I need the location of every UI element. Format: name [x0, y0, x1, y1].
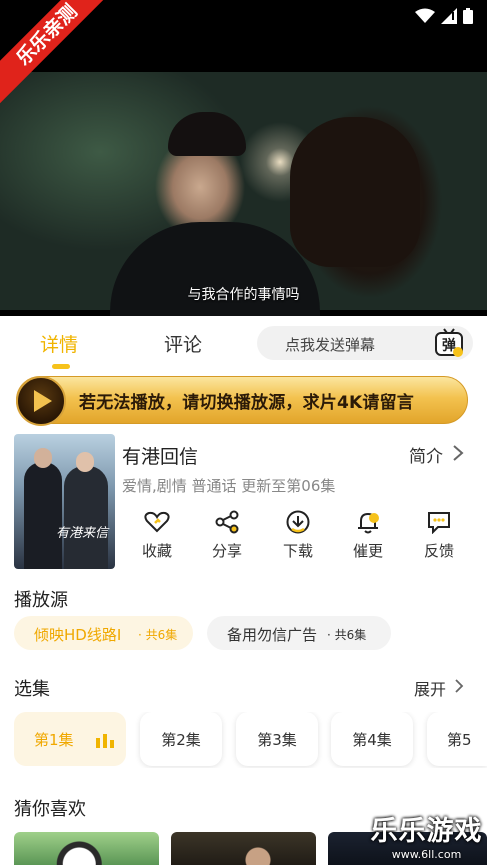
recommend-card-2[interactable]	[171, 832, 316, 865]
episode-5-label: 第5	[447, 731, 472, 749]
episodes-section-title: 选集	[14, 679, 50, 700]
video-figure-man-hair	[168, 112, 246, 156]
show-poster[interactable]: 有港来信	[14, 434, 115, 569]
playing-bars-icon	[96, 734, 114, 748]
show-meta: 爱情,剧情 普通话 更新至第06集	[122, 477, 336, 495]
heart-icon	[144, 511, 170, 533]
download-button[interactable]: 下载	[263, 506, 333, 561]
action-row: 收藏 分享 下载 催更 反馈	[122, 506, 474, 570]
episode-1-label: 第1集	[34, 731, 74, 749]
site-watermark: 乐乐游戏 www.6ll.com	[366, 816, 487, 865]
chevron-right-icon[interactable]	[454, 678, 464, 694]
urge-update-button[interactable]: 催更	[333, 506, 403, 561]
source-chip-2-name: 备用勿信广告	[227, 626, 318, 644]
banner-text: 若无法播放，请切换播放源，求片4K请留言	[79, 393, 415, 413]
source-section-title: 播放源	[14, 590, 68, 611]
tab-details-indicator	[52, 364, 70, 369]
download-label: 下载	[282, 542, 313, 560]
share-button[interactable]: 分享	[192, 506, 262, 561]
episode-4-label: 第4集	[352, 731, 392, 749]
notice-banner[interactable]: 若无法播放，请切换播放源，求片4K请留言	[16, 376, 468, 426]
favorite-label: 收藏	[141, 542, 172, 560]
wifi-icon	[415, 8, 435, 23]
danmaku-placeholder: 点我发送弹幕	[285, 336, 376, 354]
episode-5[interactable]: 第5	[427, 712, 487, 766]
tab-comments[interactable]: 评论	[164, 330, 202, 357]
battery-icon	[463, 8, 473, 24]
danmaku-input[interactable]: 点我发送弹幕 弹	[257, 326, 473, 360]
video-player[interactable]: 与我合作的事情吗	[0, 34, 487, 316]
status-icons	[415, 8, 473, 24]
feedback-icon	[428, 512, 450, 534]
video-figure-woman	[290, 117, 420, 267]
source-chip-1[interactable]: 倾映HD线路I · 共6集	[14, 616, 193, 650]
danmaku-icon[interactable]: 弹	[433, 327, 465, 359]
recommend-section-title: 猜你喜欢	[14, 799, 86, 820]
urge-update-label: 催更	[352, 542, 383, 560]
video-frame	[0, 72, 487, 316]
episode-3[interactable]: 第3集	[236, 712, 318, 766]
intro-link[interactable]: 简介	[409, 442, 443, 467]
chevron-right-icon[interactable]	[452, 444, 464, 462]
favorite-button[interactable]: 收藏	[122, 506, 192, 561]
poster-title: 有港来信	[56, 526, 109, 541]
source-chip-2[interactable]: 备用勿信广告 · 共6集	[207, 616, 391, 650]
feedback-label: 反馈	[423, 542, 454, 560]
recommend-card-1[interactable]	[14, 832, 159, 865]
episode-2-label: 第2集	[161, 731, 201, 749]
episode-1[interactable]: 第1集	[14, 712, 126, 766]
show-title: 有港回信	[122, 446, 199, 468]
episode-2[interactable]: 第2集	[140, 712, 222, 766]
share-label: 分享	[211, 542, 242, 560]
bell-icon	[358, 512, 379, 534]
source-chip-2-count: · 共6集	[327, 628, 367, 642]
episode-3-label: 第3集	[257, 731, 297, 749]
download-icon	[286, 510, 310, 534]
watermark-url: www.6ll.com	[391, 848, 462, 861]
banner-play-icon	[16, 376, 66, 426]
tab-details[interactable]: 详情	[40, 330, 78, 357]
source-chip-1-count: · 共6集	[138, 628, 178, 642]
expand-episodes-link[interactable]: 展开	[414, 676, 446, 700]
signal-icon	[441, 8, 457, 24]
feedback-button[interactable]: 反馈	[404, 506, 474, 561]
detail-tabs: 详情 评论 点我发送弹幕 弹	[0, 316, 487, 374]
video-subtitle: 与我合作的事情吗	[187, 287, 300, 303]
watermark-main: 乐乐游戏	[370, 816, 483, 847]
share-icon	[215, 510, 239, 534]
source-chip-1-name: 倾映HD线路I	[34, 626, 122, 644]
episode-4[interactable]: 第4集	[331, 712, 413, 766]
episode-list: 第1集 第2集 第3集 第4集 第5	[0, 712, 487, 768]
